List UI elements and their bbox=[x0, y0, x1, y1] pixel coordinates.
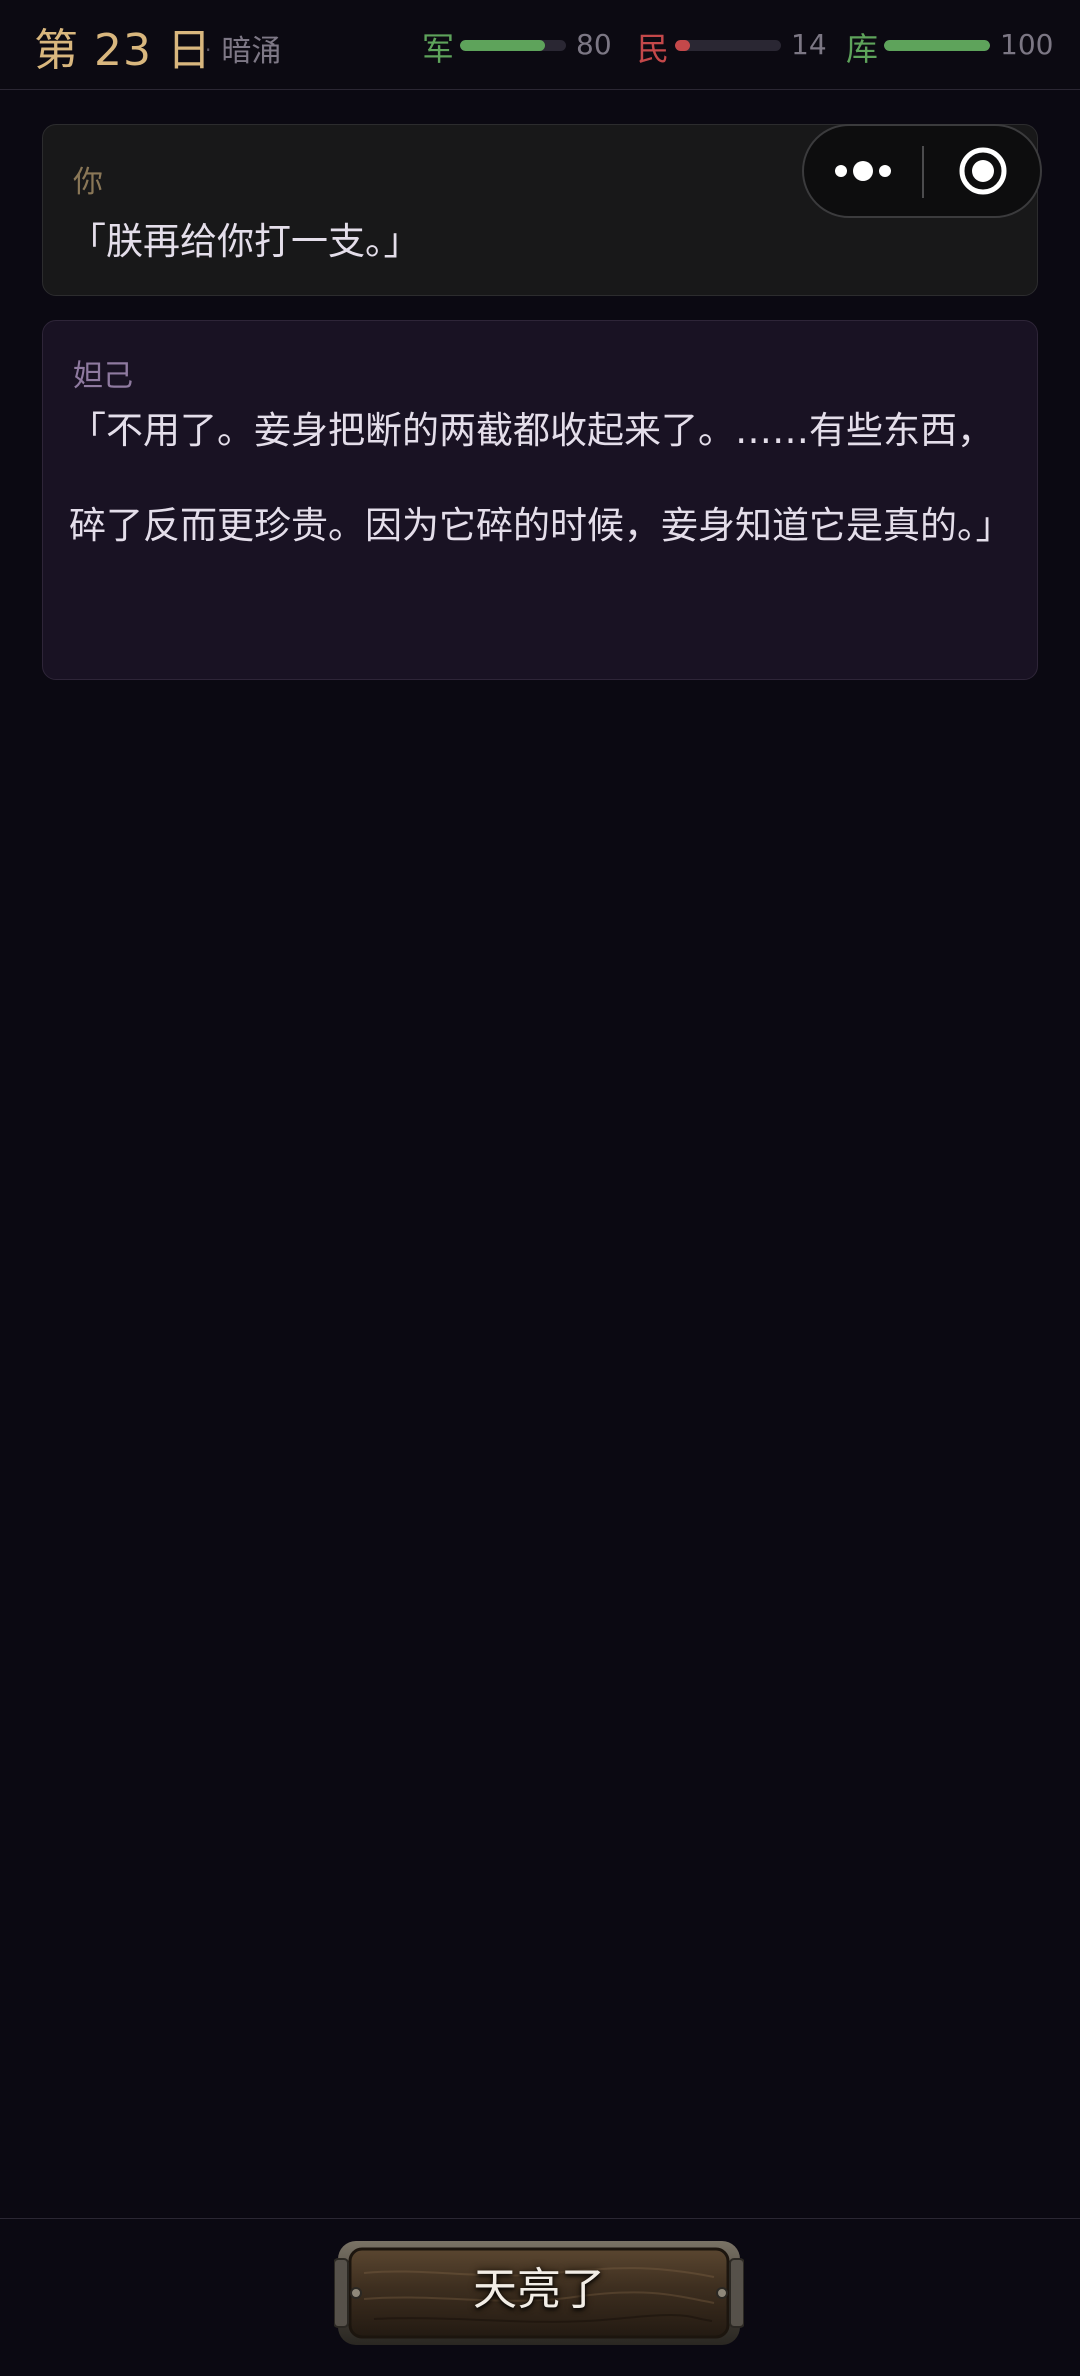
stat-army-label: 军 bbox=[422, 30, 455, 68]
stat-treasury-fill bbox=[884, 40, 990, 51]
speaker-name: 你 bbox=[73, 165, 103, 200]
day-counter: 第 23 日 bbox=[34, 25, 212, 76]
footer-bar: 天亮了 bbox=[0, 2218, 1080, 2376]
stat-people-fill bbox=[675, 40, 690, 51]
stat-people-label: 民 bbox=[637, 30, 670, 68]
more-dots-icon bbox=[835, 161, 891, 181]
phase-name: 暗涌 bbox=[221, 34, 282, 69]
target-close-icon bbox=[959, 147, 1007, 195]
dawn-button[interactable]: 天亮了 bbox=[334, 2237, 744, 2349]
dialogue-card-daji: 妲己 「不用了。妾身把断的两截都收起来了。……有些东西，碎了反而更珍贵。因为它碎… bbox=[42, 320, 1038, 680]
close-button[interactable] bbox=[924, 126, 1042, 216]
stat-treasury-label: 库 bbox=[846, 30, 879, 68]
phase-label: · 暗涌 bbox=[205, 26, 281, 70]
stat-people-value: 14 bbox=[791, 28, 827, 61]
stat-army-value: 80 bbox=[576, 28, 612, 61]
miniprogram-capsule bbox=[802, 124, 1042, 218]
dialogue-text: 「朕再给你打一支。」 bbox=[69, 220, 421, 263]
phase-separator: · bbox=[205, 38, 212, 62]
more-button[interactable] bbox=[804, 126, 922, 216]
stat-army-bar bbox=[460, 40, 566, 51]
stat-army-fill bbox=[460, 40, 545, 51]
stat-treasury-bar bbox=[884, 40, 990, 51]
dialogue-text: 「不用了。妾身把断的两截都收起来了。……有些东西，碎了反而更珍贵。因为它碎的时候… bbox=[69, 409, 1013, 547]
dawn-button-label: 天亮了 bbox=[473, 2264, 605, 2315]
stat-people-bar bbox=[675, 40, 781, 51]
stat-treasury-value: 100 bbox=[1000, 28, 1054, 61]
status-header: 第 23 日 · 暗涌 军 80 民 14 库 100 bbox=[0, 0, 1080, 90]
